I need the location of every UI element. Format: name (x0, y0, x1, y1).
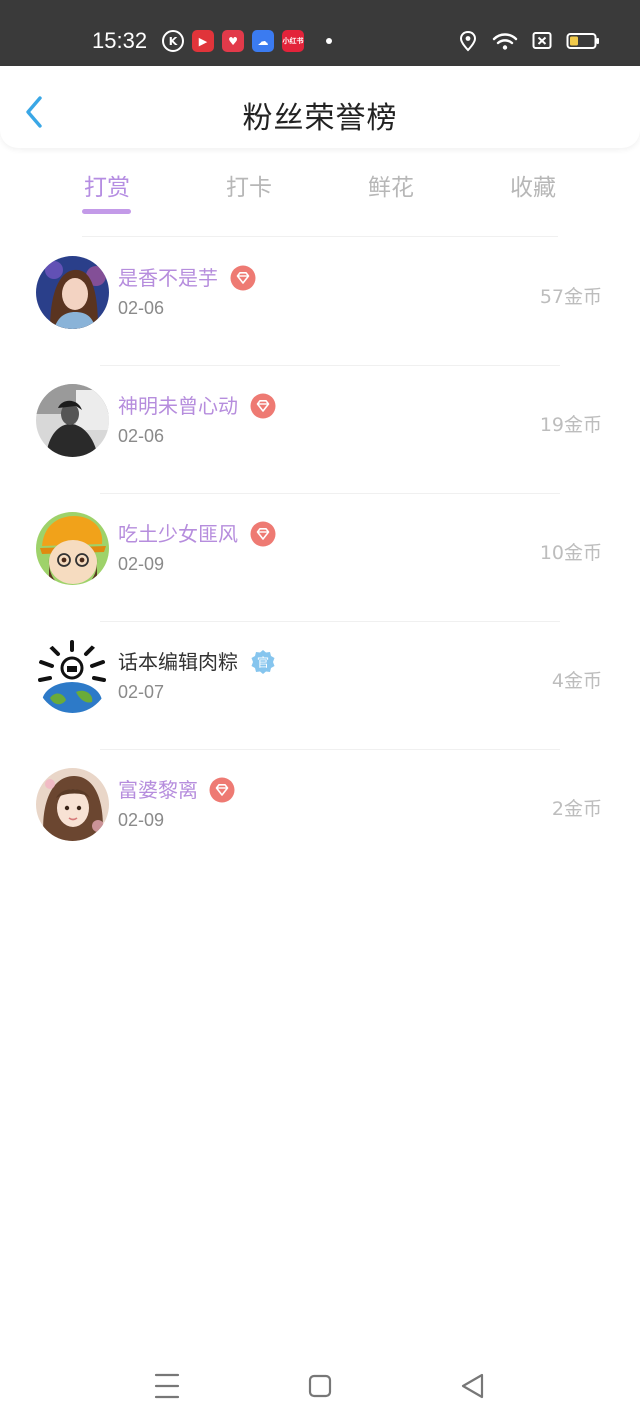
official-badge-text: 官 (257, 655, 269, 670)
back-triangle-icon[interactable] (453, 1366, 493, 1406)
list-item[interactable]: 是香不是芋 02-06 57金币 (0, 237, 640, 365)
fan-name: 富婆黎离 (118, 778, 198, 802)
coin-amount: 19金币 (539, 414, 602, 436)
tab-flowers[interactable]: 鲜花 (336, 168, 446, 202)
tab-tips[interactable]: 打赏 (52, 168, 162, 202)
list-item[interactable]: 神明未曾心动 02-06 19金币 (0, 365, 640, 493)
coin-amount: 2金币 (551, 798, 602, 820)
app-xiaohongshu-icon: 小红书 (282, 30, 304, 52)
avatar (36, 256, 109, 329)
status-system-icons (458, 30, 600, 52)
fan-name: 吃土少女匪风 (118, 522, 238, 546)
app-heart-icon: ♥ (222, 30, 244, 52)
fan-date: 02-09 (118, 554, 165, 574)
coin-amount: 10金币 (539, 542, 602, 564)
status-time: 15:32 (92, 28, 148, 53)
list-item[interactable]: 吃土少女匪风 02-09 10金币 (0, 493, 640, 621)
diamond-badge-icon (209, 777, 235, 803)
avatar (36, 384, 109, 457)
fan-date: 02-06 (118, 426, 165, 446)
status-bar: 15:32 K ▶ ♥ ☁ 小红书 (0, 0, 640, 66)
coin-amount: 4金币 (551, 670, 602, 692)
tab-checkin[interactable]: 打卡 (194, 168, 304, 202)
home-square-icon[interactable] (300, 1366, 340, 1406)
location-icon (459, 30, 477, 52)
fan-date: 02-07 (118, 682, 165, 702)
fan-name: 神明未曾心动 (118, 394, 238, 418)
page-title: 粉丝荣誉榜 (242, 101, 398, 136)
diamond-badge-icon (230, 265, 256, 291)
official-badge-icon: 官 (251, 650, 275, 674)
header: 粉丝荣誉榜 (0, 66, 640, 148)
avatar (36, 640, 109, 713)
fan-date: 02-09 (118, 810, 165, 830)
tab-bar: 打赏 打卡 鲜花 收藏 (0, 160, 640, 220)
fans-list: 是香不是芋 02-06 57金币 神明未曾心动 02-06 19金币 吃土少女匪… (0, 237, 640, 877)
status-app-icons: K ▶ ♥ ☁ 小红书 (162, 30, 332, 52)
notification-dot-icon (326, 38, 332, 44)
coin-amount: 57金币 (539, 286, 602, 308)
menu-icon[interactable] (147, 1366, 187, 1406)
active-tab-indicator (82, 209, 131, 214)
system-nav-bar (0, 1352, 640, 1422)
sim-off-icon (532, 32, 552, 49)
fan-name: 话本编辑肉粽 (118, 650, 238, 674)
fan-date: 02-06 (118, 298, 165, 318)
battery-icon (566, 33, 599, 49)
avatar (36, 512, 109, 585)
app-video-icon: ▶ (192, 30, 214, 52)
list-item[interactable]: 富婆黎离 02-09 2金币 (0, 749, 640, 877)
tab-favorites[interactable]: 收藏 (478, 168, 588, 202)
avatar (36, 768, 109, 841)
app-cloud-icon: ☁ (252, 30, 274, 52)
diamond-badge-icon (250, 393, 276, 419)
list-item[interactable]: 话本编辑肉粽 官 02-07 4金币 (0, 621, 640, 749)
wifi-icon (492, 33, 518, 50)
diamond-badge-icon (250, 521, 276, 547)
fan-name: 是香不是芋 (118, 266, 218, 290)
app-k-icon: K (162, 30, 184, 52)
